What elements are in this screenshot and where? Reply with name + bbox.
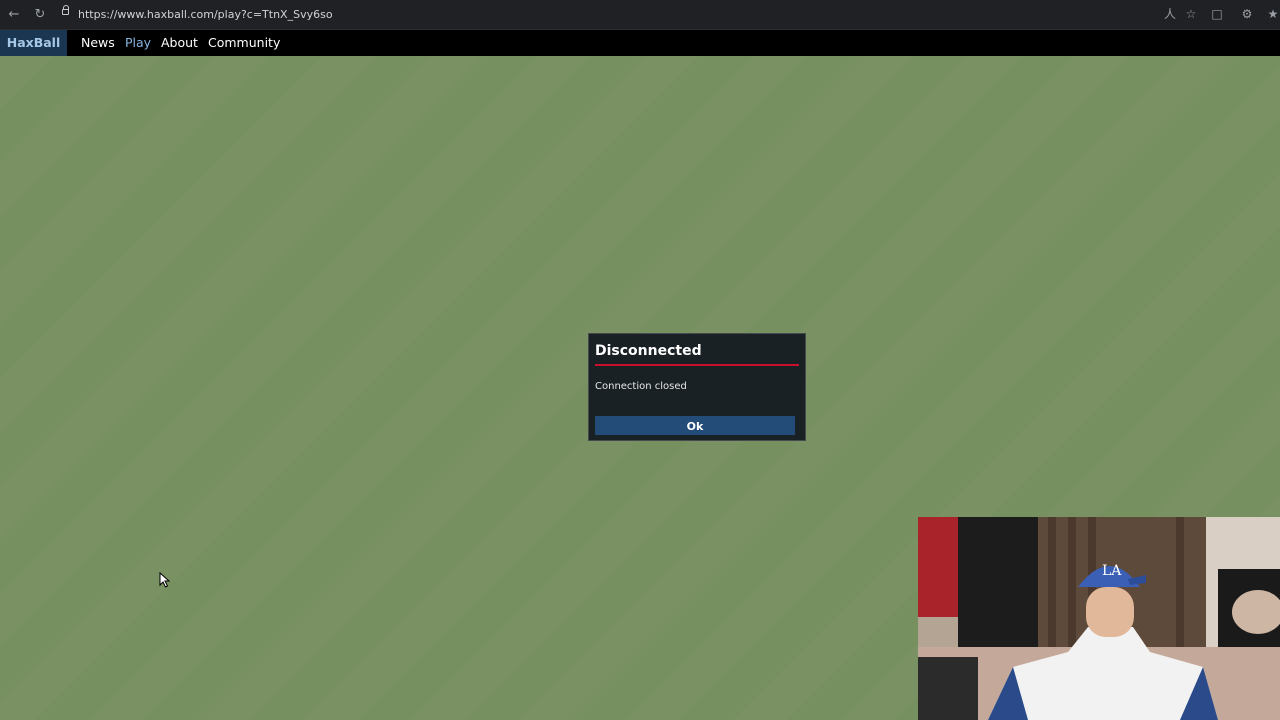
settings-icon[interactable]: ⚙ xyxy=(1240,7,1254,21)
nav-item-play[interactable]: Play xyxy=(125,30,151,56)
dialog-title-underline xyxy=(595,364,799,366)
webcam-feed-image: LA xyxy=(918,517,1280,720)
disconnected-dialog: Disconnected Connection closed Ok xyxy=(588,333,806,441)
mouse-cursor-icon xyxy=(159,572,171,588)
favorites-icon[interactable]: ★ xyxy=(1266,7,1280,21)
ok-button[interactable]: Ok xyxy=(595,416,795,435)
svg-text:LA: LA xyxy=(1102,563,1122,579)
browser-toolbar: ← ↻ https://www.haxball.com/play?c=TtnX_… xyxy=(0,0,1280,30)
reload-icon[interactable]: ↻ xyxy=(31,6,49,24)
translate-icon[interactable]: 人 xyxy=(1163,7,1177,21)
address-bar[interactable]: https://www.haxball.com/play?c=TtnX_Svy6… xyxy=(78,8,333,21)
nav-item-community[interactable]: Community xyxy=(208,30,280,56)
nav-brand-haxball[interactable]: HaxBall xyxy=(0,30,67,56)
extensions-icon[interactable]: □ xyxy=(1210,7,1224,21)
nav-item-news[interactable]: News xyxy=(81,30,115,56)
webcam-overlay: LA xyxy=(918,517,1280,720)
dialog-message: Connection closed xyxy=(595,381,687,392)
dialog-title: Disconnected xyxy=(595,343,702,359)
site-nav: HaxBall News Play About Community xyxy=(0,30,1280,56)
star-icon[interactable]: ☆ xyxy=(1184,7,1198,21)
lock-icon[interactable] xyxy=(62,5,69,15)
back-icon[interactable]: ← xyxy=(5,6,23,24)
nav-item-about[interactable]: About xyxy=(161,30,198,56)
